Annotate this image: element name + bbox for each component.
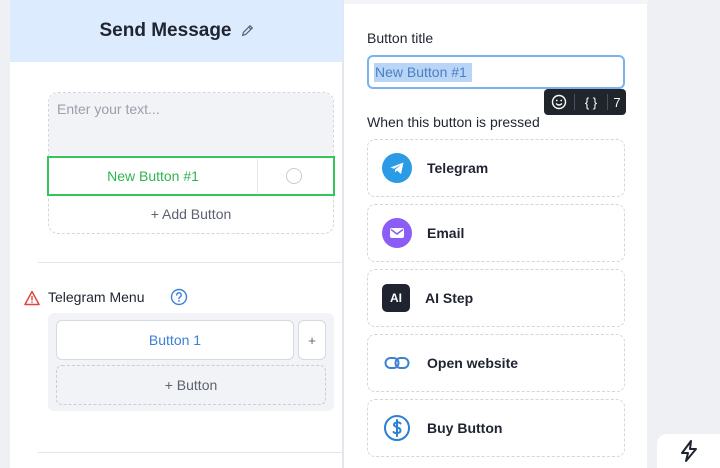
telegram-menu-box: Button 1 + + Button — [48, 313, 334, 411]
email-icon — [382, 218, 412, 248]
warning-icon — [24, 290, 40, 306]
action-telegram[interactable]: Telegram — [367, 139, 625, 197]
panel-top-edge — [344, 0, 648, 4]
dollar-icon — [382, 413, 412, 443]
message-text-input[interactable]: Enter your text... — [49, 93, 333, 155]
button-title-label: Button title — [367, 30, 434, 46]
button-connector-handle[interactable] — [286, 168, 302, 184]
section-divider — [38, 452, 343, 453]
menu-add-row-button[interactable]: + Button — [56, 365, 326, 405]
action-label: AI Step — [425, 290, 474, 306]
section-divider — [38, 262, 343, 263]
input-toolbar: { } 7 — [544, 89, 626, 115]
telegram-icon — [382, 153, 412, 183]
message-editor: Enter your text... New Button #1 + Add B… — [47, 92, 335, 234]
character-count: 7 — [613, 94, 621, 110]
action-open-website[interactable]: Open website — [367, 334, 625, 392]
canvas-tool-button[interactable] — [657, 434, 720, 468]
message-placeholder: Enter your text... — [57, 101, 160, 117]
variables-button[interactable]: { } — [575, 89, 607, 115]
action-label: Telegram — [427, 160, 489, 176]
inline-button-label: New Button #1 — [107, 168, 199, 184]
send-message-node: Send Message Enter your text... New Butt… — [10, 0, 343, 468]
button-title-value: New Button #1 — [375, 64, 467, 80]
action-label: Buy Button — [427, 420, 503, 436]
selected-inline-button[interactable]: New Button #1 — [47, 156, 335, 196]
telegram-menu-label: Telegram Menu — [48, 289, 145, 305]
ai-icon: AI — [382, 284, 410, 312]
lightning-icon — [680, 440, 697, 462]
button-settings-panel: Button title New Button #1 { } 7 When th… — [343, 0, 648, 468]
emoji-icon[interactable] — [544, 89, 574, 115]
menu-add-column-button[interactable]: + — [298, 320, 326, 360]
action-ai-step[interactable]: AI AI Step — [367, 269, 625, 327]
help-icon[interactable] — [170, 288, 188, 306]
node-header: Send Message — [10, 0, 343, 62]
action-label: Email — [427, 225, 465, 241]
add-button[interactable]: + Add Button — [49, 199, 333, 229]
action-email[interactable]: Email — [367, 204, 625, 262]
pencil-icon[interactable] — [240, 24, 254, 38]
pressed-label: When this button is pressed — [367, 114, 540, 130]
divider — [257, 159, 258, 193]
action-buy-button[interactable]: Buy Button — [367, 399, 625, 457]
action-label: Open website — [427, 355, 519, 371]
node-title: Send Message — [99, 20, 232, 41]
menu-button-1[interactable]: Button 1 — [56, 320, 294, 360]
link-icon — [382, 348, 412, 378]
